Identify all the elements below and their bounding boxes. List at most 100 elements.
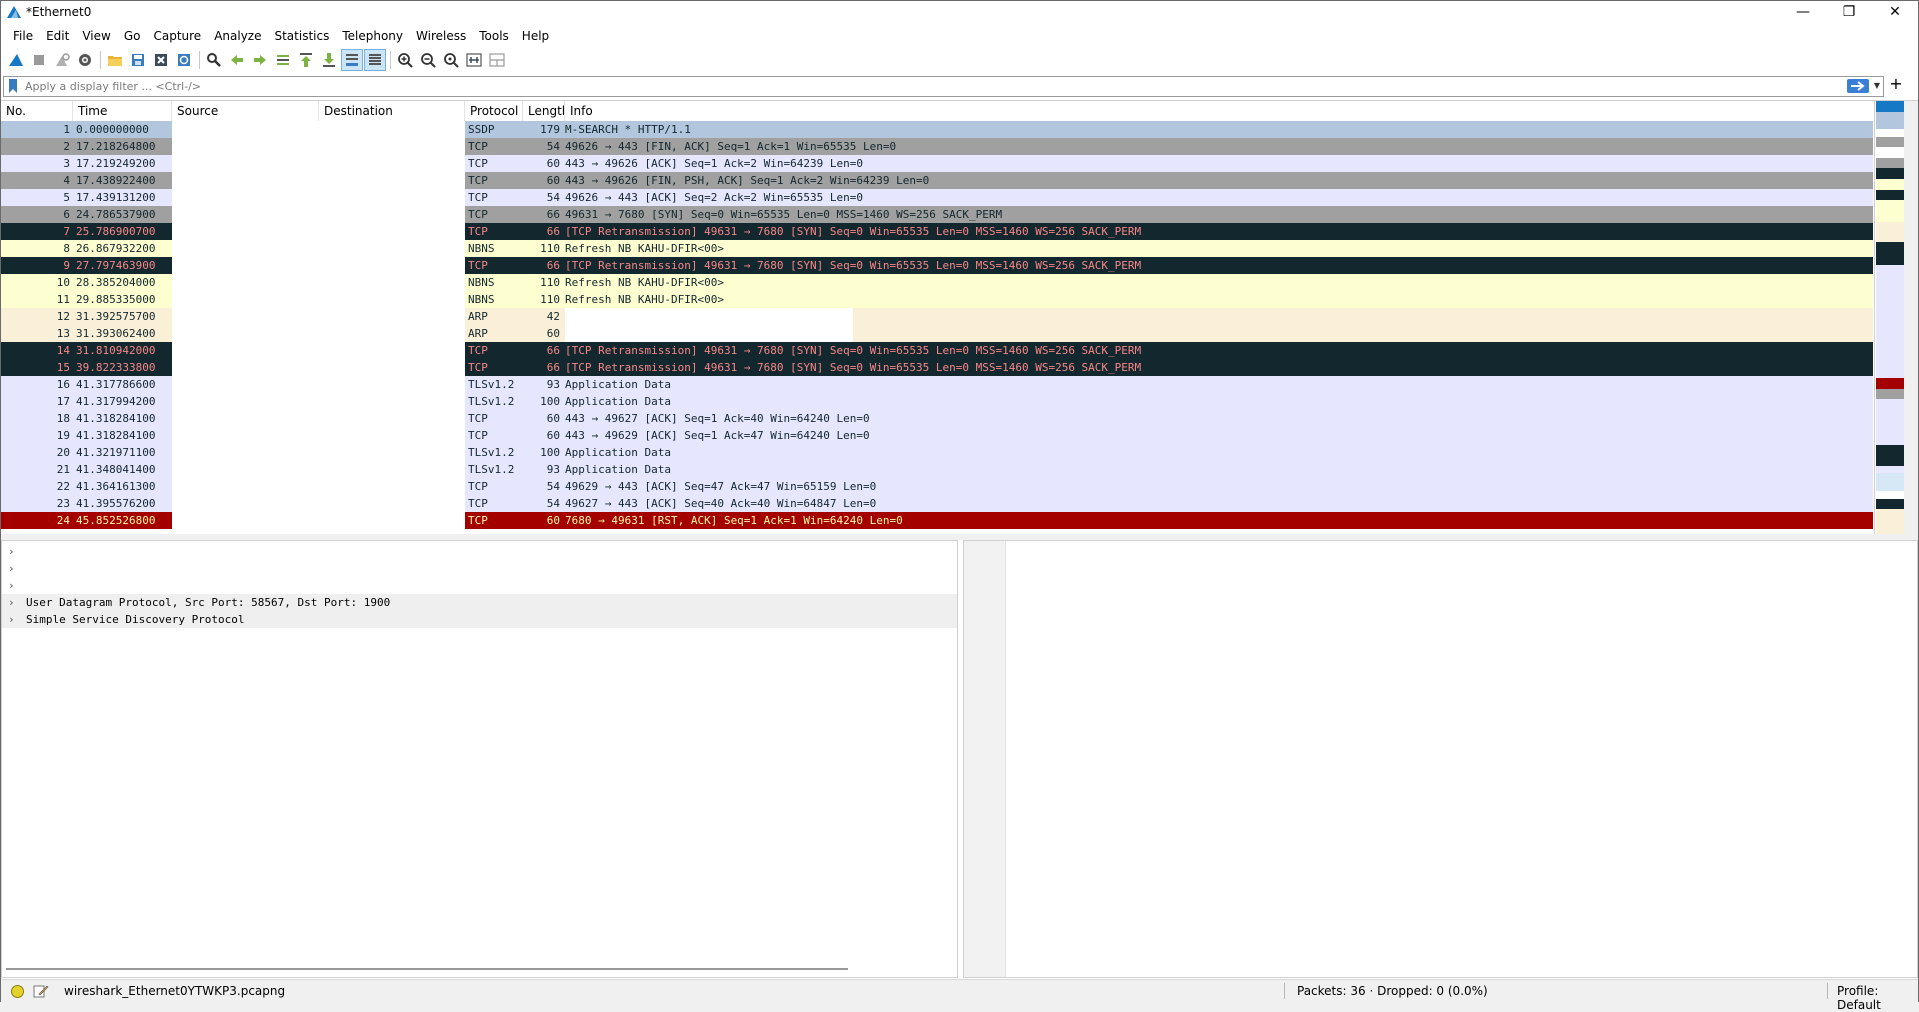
detail-row-frame[interactable]: › [2, 543, 957, 560]
detail-row-udp[interactable]: › User Datagram Protocol, Src Port: 58567… [2, 594, 957, 611]
packet-row[interactable]: 4 17.438922400 TCP 60 443 → 49626 [FIN, PSH,… [1, 172, 1873, 189]
filter-history-dropdown[interactable]: ▼ [1872, 79, 1882, 93]
column-header-protocol[interactable]: Protocol [465, 101, 523, 121]
packet-row[interactable]: 13 31.393062400 ARP 60 [1, 325, 1873, 342]
packet-row[interactable]: 23 41.395576200 TCP 54 49627 → 443 [ACK] Seq… [1, 495, 1873, 512]
packet-row[interactable]: 7 25.786900700 TCP 66 [TCP Retransmission] 4… [1, 223, 1873, 240]
menu-wireless[interactable]: Wireless [410, 29, 472, 43]
go-back-button[interactable] [226, 49, 248, 71]
chevron-right-icon[interactable]: › [8, 594, 18, 611]
go-forward-button[interactable] [249, 49, 271, 71]
close-button[interactable]: ✕ [1872, 1, 1918, 24]
bookmark-icon[interactable] [8, 79, 18, 93]
menu-statistics[interactable]: Statistics [268, 29, 335, 43]
packet-row[interactable]: 5 17.439131200 TCP 54 49626 → 443 [ACK] Seq=… [1, 189, 1873, 206]
chevron-right-icon[interactable]: › [8, 577, 18, 594]
packet-bytes-pane[interactable] [963, 540, 1918, 978]
cell-no: 3 [63, 157, 70, 170]
maximize-button[interactable]: ❐ [1826, 1, 1872, 24]
packet-row[interactable]: 14 31.810942000 TCP 66 [TCP Retransmission] … [1, 342, 1873, 359]
menu-go[interactable]: Go [118, 29, 147, 43]
cell-source [172, 461, 319, 478]
packet-row[interactable]: 17 41.317994200 TLSv1.2 100 Application Data [1, 393, 1873, 410]
menu-file[interactable]: File [7, 29, 39, 43]
details-horizontal-scrollbar[interactable] [6, 968, 848, 970]
display-filter-input[interactable] [25, 79, 1825, 94]
cell-destination [319, 257, 465, 274]
menu-capture[interactable]: Capture [147, 29, 207, 43]
chevron-right-icon[interactable]: › [8, 543, 18, 560]
cell-info: [TCP Retransmission] 49631 → 7680 [SYN] … [565, 361, 1142, 374]
menu-edit[interactable]: Edit [40, 29, 75, 43]
cell-length: 54 [546, 480, 560, 493]
capture-options-button[interactable] [74, 49, 96, 71]
packet-row[interactable]: 18 41.318284100 TCP 60 443 → 49627 [ACK] Seq… [1, 410, 1873, 427]
column-header-time[interactable]: Time [73, 101, 172, 121]
open-file-button[interactable] [104, 49, 126, 71]
cell-protocol: TCP [468, 361, 488, 374]
chevron-right-icon[interactable]: › [8, 611, 18, 628]
packet-row[interactable]: 12 31.392575700 ARP 42 [1, 308, 1873, 325]
add-filter-button[interactable]: + [1886, 75, 1906, 95]
zoom-in-button[interactable] [394, 49, 416, 71]
packet-row[interactable]: 10 28.385204000 NBNS 110 Refresh NB KAHU-DFI… [1, 274, 1873, 291]
cell-length: 110 [540, 276, 560, 289]
go-to-packet-button[interactable] [272, 49, 294, 71]
chevron-right-icon[interactable]: › [8, 560, 18, 577]
autoscroll-button[interactable] [341, 49, 363, 71]
menu-telephony[interactable]: Telephony [336, 29, 409, 43]
packet-row[interactable]: 15 39.822333800 TCP 66 [TCP Retransmission] … [1, 359, 1873, 376]
save-file-button[interactable] [127, 49, 149, 71]
menu-tools[interactable]: Tools [473, 29, 515, 43]
close-file-button[interactable] [150, 49, 172, 71]
packet-list-scrollbar[interactable] [1904, 101, 1918, 535]
arrow-right-icon [1851, 81, 1865, 91]
column-header-destination[interactable]: Destination [319, 101, 465, 121]
minimize-button[interactable]: — [1780, 1, 1826, 24]
cell-no: 4 [63, 174, 70, 187]
toolbar-separator [199, 51, 200, 69]
detail-row-ip[interactable]: › [2, 577, 957, 594]
packet-row[interactable]: 21 41.348041400 TLSv1.2 93 Application Data [1, 461, 1873, 478]
packet-minimap[interactable] [1874, 101, 1905, 535]
column-header-source[interactable]: Source [172, 101, 319, 121]
colorize-button[interactable] [364, 49, 386, 71]
packet-row[interactable]: 9 27.797463900 TCP 66 [TCP Retransmission] 4… [1, 257, 1873, 274]
menu-help[interactable]: Help [516, 29, 555, 43]
cell-no: 20 [56, 446, 70, 459]
packet-row[interactable]: 2 17.218264800 TCP 54 49626 → 443 [FIN, ACK]… [1, 138, 1873, 155]
packet-row[interactable]: 1 0.000000000 SSDP 179 M-SEARCH * HTTP/1.1 [1, 121, 1873, 138]
reload-file-button[interactable] [173, 49, 195, 71]
column-header-info[interactable]: Info [565, 101, 1873, 121]
menu-analyze[interactable]: Analyze [208, 29, 267, 43]
start-capture-button[interactable] [5, 49, 27, 71]
zoom-out-button[interactable] [417, 49, 439, 71]
layout-button[interactable] [486, 49, 508, 71]
stop-capture-button[interactable] [28, 49, 50, 71]
go-first-packet-button[interactable] [295, 49, 317, 71]
detail-row-ssdp[interactable]: › Simple Service Discovery Protocol [2, 611, 957, 628]
packet-row[interactable]: 11 29.885335000 NBNS 110 Refresh NB KAHU-DFI… [1, 291, 1873, 308]
column-header-no[interactable]: No. [1, 101, 73, 121]
apply-filter-button[interactable] [1847, 79, 1869, 93]
restart-capture-button[interactable] [51, 49, 73, 71]
cell-no: 7 [63, 225, 70, 238]
find-packet-button[interactable] [203, 49, 225, 71]
packet-row[interactable]: 20 41.321971100 TLSv1.2 100 Application Data [1, 444, 1873, 461]
packet-row[interactable]: 6 24.786537900 TCP 66 49631 → 7680 [SYN] Seq… [1, 206, 1873, 223]
packet-row[interactable]: 19 41.318284100 TCP 60 443 → 49629 [ACK] Seq… [1, 427, 1873, 444]
resize-columns-button[interactable] [463, 49, 485, 71]
detail-row-ethernet[interactable]: › [2, 560, 957, 577]
packet-row[interactable]: 22 41.364161300 TCP 54 49629 → 443 [ACK] Seq… [1, 478, 1873, 495]
packet-row[interactable]: 3 17.219249200 TCP 60 443 → 49626 [ACK] Seq=… [1, 155, 1873, 172]
go-last-packet-button[interactable] [318, 49, 340, 71]
packet-row[interactable]: 16 41.317786600 TLSv1.2 93 Application Data [1, 376, 1873, 393]
menu-view[interactable]: View [76, 29, 116, 43]
zoom-normal-button[interactable] [440, 49, 462, 71]
profile-status[interactable]: Profile: Default [1837, 984, 1918, 1012]
column-header-length[interactable]: Lengtl [523, 101, 565, 121]
expert-info-led-icon[interactable] [11, 985, 24, 998]
packet-row[interactable]: 24 45.852526800 TCP 60 7680 → 49631 [RST, AC… [1, 512, 1873, 529]
packet-row[interactable]: 8 26.867932200 NBNS 110 Refresh NB KAHU-DFIR… [1, 240, 1873, 257]
capture-comment-pencil-icon[interactable] [33, 983, 49, 999]
